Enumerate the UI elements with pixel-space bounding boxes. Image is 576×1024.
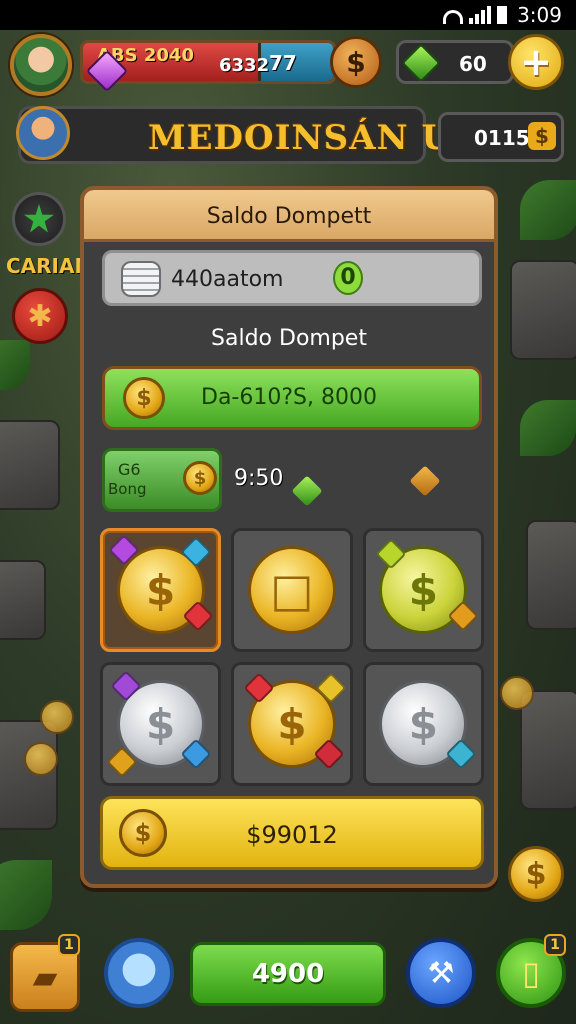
wallet-panel: Saldo Dompett 440aatom 0 Saldo Dompet $ … xyxy=(80,186,498,888)
background-leaf xyxy=(520,180,576,240)
health-value: 6332 xyxy=(219,55,270,76)
wallet-header: Saldo Dompett xyxy=(84,190,494,242)
battery-icon xyxy=(497,6,508,24)
silver-coin-stack-icon xyxy=(121,261,161,297)
dollar-coin-button[interactable]: $ xyxy=(508,846,564,902)
background-rock xyxy=(0,420,60,510)
bonus-timer: 9:50 xyxy=(234,466,284,491)
amount-text: Da-610?S, 8000 xyxy=(201,385,377,410)
gold-coin-icon: $ xyxy=(183,461,217,495)
total-amount: $99012 xyxy=(246,821,338,849)
title-counter-value: 0115 xyxy=(474,126,530,150)
shop-icon: ▯ xyxy=(522,954,540,992)
star-icon xyxy=(24,204,54,233)
status-time: 3:09 xyxy=(517,3,562,27)
coin-slot[interactable]: $ xyxy=(100,528,222,652)
puzzle-icon: ✱ xyxy=(27,298,53,334)
gem-value: 60 xyxy=(459,52,487,76)
wifi-icon xyxy=(443,10,464,24)
gold-square-coin-icon: □ xyxy=(247,546,336,634)
ticket-icon: ▰ xyxy=(32,958,58,996)
coin-grid: $ □ $ $ $ $ xyxy=(100,528,484,786)
bonus-label-line1: G6 xyxy=(118,460,141,479)
gold-coin-icon: $ xyxy=(123,377,165,419)
background-coin xyxy=(40,700,74,734)
coin-slot[interactable]: □ xyxy=(231,528,353,652)
wrench-icon: ⚒ xyxy=(427,955,455,991)
energy-value: 77 xyxy=(269,51,297,75)
dollar-coin-icon[interactable]: $ xyxy=(330,36,382,88)
settings-button[interactable]: ⚒ xyxy=(406,938,476,1008)
total-button[interactable]: $ $99012 xyxy=(100,796,484,870)
side-label: CARIAN xyxy=(6,254,92,278)
background-rock xyxy=(520,690,576,810)
background-rock xyxy=(510,260,576,360)
coin-slot[interactable]: $ xyxy=(362,662,484,786)
character-avatar[interactable] xyxy=(16,106,70,160)
green-gem-icon xyxy=(291,475,323,507)
green-gem-icon xyxy=(401,43,441,83)
background-leaf xyxy=(0,860,52,930)
background-rock xyxy=(526,520,576,630)
background-coin xyxy=(24,742,58,776)
main-action-value: 4900 xyxy=(251,959,325,989)
background-leaf xyxy=(520,400,576,456)
coin-slot[interactable]: $ xyxy=(362,528,484,652)
top-hud: ABS 2040 6332 77 $ 60 + xyxy=(0,34,576,96)
background-coin xyxy=(500,676,534,710)
wallet-header-title: Saldo Dompett xyxy=(206,204,372,229)
ticket-icon[interactable]: $ xyxy=(528,122,556,150)
bonus-label-line2: Bong xyxy=(108,480,147,498)
balance-row: 440aatom 0 xyxy=(102,250,482,306)
balance-count: 0 xyxy=(333,261,363,295)
background-rock xyxy=(0,560,46,640)
cellular-signal-icon xyxy=(469,6,492,24)
signal-icons xyxy=(443,6,508,24)
bottom-bar: ▰ 1 4900 ⚒ ▯ 1 xyxy=(0,934,576,1024)
gem-counter: 60 xyxy=(396,40,514,84)
character-button[interactable] xyxy=(104,938,174,1008)
star-button[interactable] xyxy=(12,192,66,246)
coin-slot[interactable]: $ xyxy=(100,662,222,786)
background-rock xyxy=(0,720,58,830)
main-action-button[interactable]: 4900 xyxy=(190,942,386,1006)
coin-slot[interactable]: $ xyxy=(231,662,353,786)
background-leaf xyxy=(0,340,30,390)
balance-label: 440aatom xyxy=(171,267,284,292)
amber-gem-icon xyxy=(409,465,441,497)
player-avatar[interactable] xyxy=(10,34,72,96)
notification-badge: 1 xyxy=(544,934,566,956)
amount-button[interactable]: $ Da-610?S, 8000 xyxy=(102,366,482,430)
wallet-section-title: Saldo Dompet xyxy=(211,326,367,351)
puzzle-button[interactable]: ✱ xyxy=(12,288,68,344)
add-gems-button[interactable]: + xyxy=(508,34,564,90)
status-bar: 3:09 xyxy=(0,0,576,30)
notification-badge: 1 xyxy=(58,934,80,956)
